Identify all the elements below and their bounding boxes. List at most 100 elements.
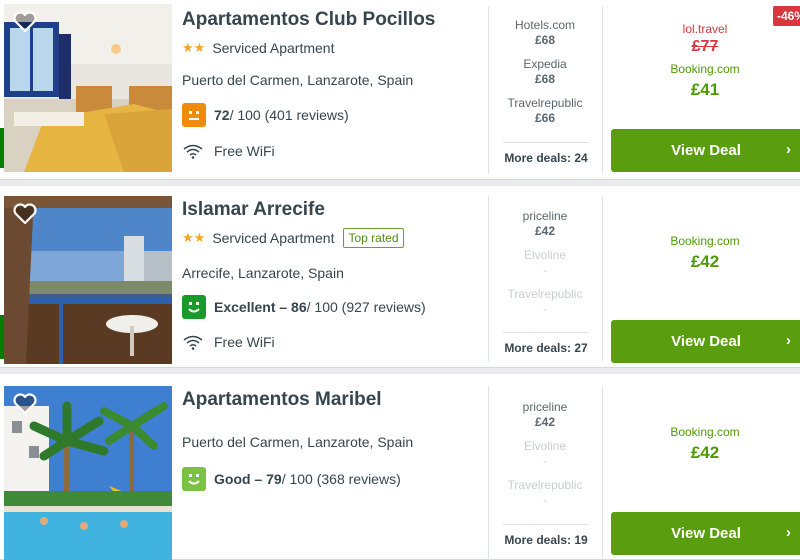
chevron-right-icon: › xyxy=(786,524,791,541)
view-deal-button[interactable]: View Deal › xyxy=(611,320,800,363)
view-deal-label: View Deal xyxy=(671,142,741,159)
rating-score: 72 xyxy=(214,107,230,123)
deal-item[interactable]: Hotels.com £68 xyxy=(489,18,601,48)
hotel-photo[interactable] xyxy=(4,196,172,364)
deal-provider: Hotels.com xyxy=(514,18,576,32)
deal-item[interactable]: Travelrepublic - xyxy=(489,287,601,317)
deal-item[interactable]: Travelrepublic £66 xyxy=(489,96,601,126)
deals-list: priceline £42 Elvoline - Travelrepublic - xyxy=(489,209,601,317)
discount-badge: -46% xyxy=(773,6,800,26)
wifi-icon xyxy=(183,335,203,350)
hotel-card[interactable]: Apartamentos Club Pocillos ★★ Serviced A… xyxy=(0,0,800,180)
star-rating-icon: ★★ xyxy=(182,230,206,245)
best-price: £42 xyxy=(690,252,720,271)
deal-provider: Expedia xyxy=(523,57,567,71)
deal-item[interactable]: Travelrepublic - xyxy=(489,478,601,508)
more-deals-link[interactable]: More deals: 24 xyxy=(503,142,589,165)
hotel-name[interactable]: Islamar Arrecife xyxy=(182,198,482,222)
deal-price: - xyxy=(543,302,547,316)
best-price: £42 xyxy=(690,443,720,462)
deal-price: £68 xyxy=(534,72,556,86)
hotel-name[interactable]: Apartamentos Maribel xyxy=(182,388,482,412)
rating-row[interactable]: 72 / 100 (401 reviews) xyxy=(182,103,349,127)
deal-price: - xyxy=(543,263,547,277)
amenity-row: Free WiFi xyxy=(182,143,275,159)
more-deals-link[interactable]: More deals: 19 xyxy=(503,524,589,547)
hotel-card[interactable]: Apartamentos Maribel Puerto del Carmen, … xyxy=(0,374,800,560)
happy-face-icon xyxy=(182,467,206,491)
view-deal-button[interactable]: View Deal › xyxy=(611,512,800,555)
heart-icon[interactable] xyxy=(12,202,38,226)
hotel-category-row: ★★ Serviced Apartment Top rated xyxy=(182,228,482,248)
deal-item[interactable]: Elvoline - xyxy=(489,248,601,278)
hotel-name[interactable]: Apartamentos Club Pocillos xyxy=(182,8,482,32)
best-deal[interactable]: Booking.com £42 xyxy=(610,234,800,272)
deal-provider: Travelrepublic xyxy=(507,96,583,110)
hotel-info: Apartamentos Maribel Puerto del Carmen, … xyxy=(182,388,482,491)
deal-price: £66 xyxy=(534,111,556,125)
deal-price: £68 xyxy=(534,33,556,47)
divider xyxy=(602,6,603,174)
best-provider: Booking.com xyxy=(670,62,740,76)
deal-provider: priceline xyxy=(522,209,568,223)
top-rated-badge: Top rated xyxy=(343,228,404,248)
rating-reviews: / 100 (927 reviews) xyxy=(306,299,426,315)
deal-provider: priceline xyxy=(522,400,568,414)
deal-provider: Elvoline xyxy=(523,248,567,262)
strike-provider: lol.travel xyxy=(682,22,728,36)
best-provider: Booking.com xyxy=(670,234,740,248)
deal-item[interactable]: Elvoline - xyxy=(489,439,601,469)
hotel-results-list: Apartamentos Club Pocillos ★★ Serviced A… xyxy=(0,0,800,560)
hotel-location: Puerto del Carmen, Lanzarote, Spain xyxy=(182,72,414,88)
rating-reviews: / 100 (368 reviews) xyxy=(281,471,401,487)
deals-list: priceline £42 Elvoline - Travelrepublic - xyxy=(489,400,601,508)
hotel-category-row: ★★ Serviced Apartment xyxy=(182,38,482,58)
heart-icon[interactable] xyxy=(12,392,38,416)
best-price: £41 xyxy=(690,80,720,99)
hotel-location: Puerto del Carmen, Lanzarote, Spain xyxy=(182,434,414,450)
view-deal-button[interactable]: View Deal › xyxy=(611,129,800,172)
chevron-right-icon: › xyxy=(786,332,791,349)
rating-row[interactable]: Good – 79 / 100 (368 reviews) xyxy=(182,467,401,491)
best-deal[interactable]: Booking.com £42 xyxy=(610,425,800,463)
deal-price: £42 xyxy=(534,224,556,238)
star-rating-icon: ★★ xyxy=(182,40,206,55)
strike-price: £77 xyxy=(691,38,719,55)
hotel-photo[interactable] xyxy=(4,4,172,172)
wifi-icon xyxy=(183,144,203,159)
deal-item[interactable]: Expedia £68 xyxy=(489,57,601,87)
deal-item[interactable]: priceline £42 xyxy=(489,400,601,430)
rating-score: Excellent – 86 xyxy=(214,299,307,315)
rating-score: Good – 79 xyxy=(214,471,282,487)
view-deal-label: View Deal xyxy=(671,525,741,542)
view-deal-label: View Deal xyxy=(671,333,741,350)
heart-icon[interactable] xyxy=(12,10,38,34)
divider xyxy=(602,196,603,362)
deal-provider: Travelrepublic xyxy=(507,478,583,492)
hotel-card[interactable]: Islamar Arrecife ★★ Serviced Apartment T… xyxy=(0,186,800,368)
divider xyxy=(602,386,603,560)
deal-price: £42 xyxy=(534,415,556,429)
amenity-row: Free WiFi xyxy=(182,334,275,350)
hotel-type: Serviced Apartment xyxy=(212,230,335,246)
hotel-photo[interactable] xyxy=(4,386,172,560)
rating-reviews: / 100 (401 reviews) xyxy=(229,107,349,123)
more-deals-link[interactable]: More deals: 27 xyxy=(503,332,589,355)
amenity-wifi: Free WiFi xyxy=(214,143,275,159)
rating-row[interactable]: Excellent – 86 / 100 (927 reviews) xyxy=(182,295,426,319)
neutral-face-icon xyxy=(182,103,206,127)
chevron-right-icon: › xyxy=(786,141,791,158)
happy-face-icon xyxy=(182,295,206,319)
deal-provider: Travelrepublic xyxy=(507,287,583,301)
deals-list: Hotels.com £68 Expedia £68 Travelrepublic £… xyxy=(489,18,601,126)
hotel-info: Islamar Arrecife ★★ Serviced Apartment T… xyxy=(182,198,482,350)
best-provider: Booking.com xyxy=(670,425,740,439)
deal-price: - xyxy=(543,454,547,468)
hotel-type: Serviced Apartment xyxy=(212,40,335,56)
hotel-info: Apartamentos Club Pocillos ★★ Serviced A… xyxy=(182,8,482,159)
deal-price: - xyxy=(543,493,547,507)
deal-item[interactable]: priceline £42 xyxy=(489,209,601,239)
best-deal[interactable]: lol.travel £77 Booking.com £41 xyxy=(610,22,800,100)
deal-provider: Elvoline xyxy=(523,439,567,453)
amenity-wifi: Free WiFi xyxy=(214,334,275,350)
